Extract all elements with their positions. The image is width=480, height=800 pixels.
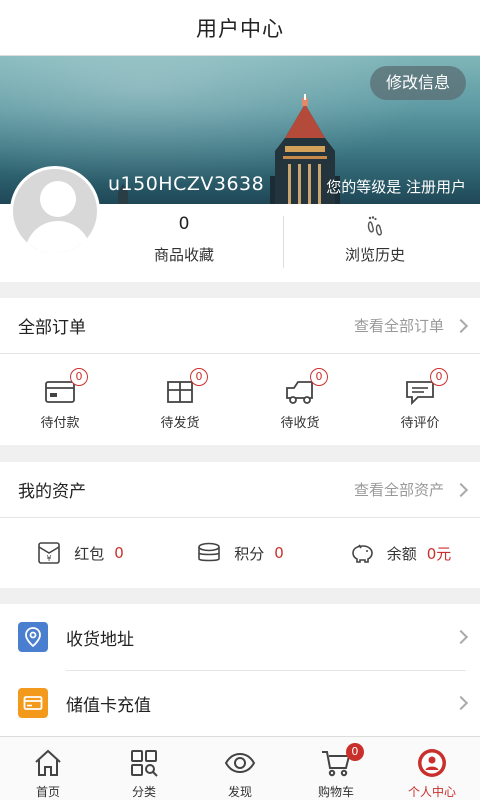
chevron-right-icon bbox=[453, 482, 469, 497]
tab-home[interactable]: 首页 bbox=[0, 737, 96, 800]
category-grid-icon bbox=[131, 750, 158, 777]
edit-profile-button[interactable]: 修改信息 bbox=[369, 66, 466, 100]
orders-section: 全部订单 查看全部订单 0 待付款 0 待发货 0 待收货 0 待评价 bbox=[0, 298, 480, 445]
asset-value: 0 bbox=[114, 544, 124, 562]
menu-section: 收货地址 储值卡充值 bbox=[0, 604, 480, 736]
view-all-orders-label: 查看全部订单 bbox=[353, 317, 444, 335]
assets-row: ¥ 红包 0 积分 0 余额 0元 bbox=[0, 518, 480, 588]
orders-header[interactable]: 全部订单 查看全部订单 bbox=[0, 298, 480, 354]
chevron-right-icon bbox=[453, 629, 469, 645]
assets-section: 我的资产 查看全部资产 ¥ 红包 0 积分 0 余额 0元 bbox=[0, 462, 480, 588]
tab-label: 发现 bbox=[227, 785, 252, 799]
avatar[interactable] bbox=[10, 166, 100, 256]
asset-balance[interactable]: 余额 0元 bbox=[320, 541, 480, 565]
location-pin-icon bbox=[18, 622, 48, 652]
history-stat[interactable]: 浏览历史 bbox=[295, 214, 455, 265]
history-label: 浏览历史 bbox=[344, 246, 405, 264]
menu-item-label: 收货地址 bbox=[66, 629, 134, 650]
card-icon bbox=[18, 688, 48, 718]
order-badge: 0 bbox=[190, 368, 208, 386]
order-pending-shipment[interactable]: 0 待发货 bbox=[120, 354, 240, 444]
tab-category[interactable]: 分类 bbox=[96, 737, 192, 800]
favorites-label: 商品收藏 bbox=[153, 246, 214, 264]
view-all-assets-label: 查看全部资产 bbox=[353, 481, 444, 499]
user-level-text: 您的等级是 注册用户 bbox=[326, 178, 466, 196]
eye-icon bbox=[224, 752, 256, 774]
page-title: 用户中心 bbox=[196, 16, 284, 41]
order-label: 待收货 bbox=[280, 416, 320, 431]
menu-item-label: 储值卡充值 bbox=[66, 695, 151, 716]
view-all-orders-link[interactable]: 查看全部订单 bbox=[353, 315, 469, 336]
order-label: 待发货 bbox=[160, 416, 200, 431]
asset-label: 余额 bbox=[386, 544, 417, 563]
tab-label: 分类 bbox=[131, 785, 156, 799]
order-label: 待付款 bbox=[40, 416, 80, 431]
tab-label: 首页 bbox=[35, 785, 60, 799]
stat-divider bbox=[283, 216, 284, 268]
tab-label: 购物车 bbox=[317, 785, 354, 799]
chevron-right-icon bbox=[453, 695, 469, 711]
order-status-row: 0 待付款 0 待发货 0 待收货 0 待评价 bbox=[0, 354, 480, 444]
asset-label: 积分 bbox=[234, 544, 265, 563]
assets-header[interactable]: 我的资产 查看全部资产 bbox=[0, 462, 480, 518]
order-pending-payment[interactable]: 0 待付款 bbox=[0, 354, 120, 444]
favorites-stat[interactable]: 0 商品收藏 bbox=[104, 214, 264, 265]
chevron-right-icon bbox=[453, 318, 469, 333]
bottom-tab-bar: 首页 分类 发现 0 购物车 个人中心 bbox=[0, 736, 480, 800]
tab-discover[interactable]: 发现 bbox=[192, 737, 288, 800]
order-pending-receipt[interactable]: 0 待收货 bbox=[240, 354, 360, 444]
tab-cart[interactable]: 0 购物车 bbox=[288, 737, 384, 800]
tab-user-center[interactable]: 个人中心 bbox=[384, 737, 480, 800]
top-bar: 用户中心 bbox=[0, 0, 480, 56]
svg-text:¥: ¥ bbox=[47, 554, 52, 563]
order-badge: 0 bbox=[310, 368, 328, 386]
view-all-assets-link[interactable]: 查看全部资产 bbox=[353, 479, 469, 500]
favorites-count: 0 bbox=[178, 214, 190, 234]
piggy-bank-icon bbox=[351, 544, 373, 563]
cart-badge: 0 bbox=[345, 743, 364, 761]
user-circle-icon bbox=[418, 749, 446, 777]
home-icon bbox=[35, 749, 61, 776]
orders-title: 全部订单 bbox=[18, 318, 86, 338]
asset-value: 0元 bbox=[426, 544, 452, 563]
asset-points[interactable]: 积分 0 bbox=[160, 541, 320, 565]
order-label: 待评价 bbox=[400, 416, 440, 431]
username: u150HCZV3638 bbox=[108, 173, 265, 195]
avatar-head bbox=[40, 181, 76, 217]
menu-item-card-recharge[interactable]: 储值卡充值 bbox=[0, 670, 480, 736]
asset-value: 0 bbox=[274, 544, 284, 562]
order-badge: 0 bbox=[70, 368, 88, 386]
assets-title: 我的资产 bbox=[18, 482, 86, 502]
tab-label: 个人中心 bbox=[407, 785, 456, 799]
asset-red-envelope[interactable]: ¥ 红包 0 bbox=[0, 541, 160, 565]
footprint-icon bbox=[295, 214, 455, 238]
order-pending-review[interactable]: 0 待评价 bbox=[360, 354, 480, 444]
avatar-body bbox=[25, 221, 91, 253]
order-badge: 0 bbox=[430, 368, 448, 386]
menu-item-shipping-address[interactable]: 收货地址 bbox=[0, 604, 480, 670]
red-envelope-icon: ¥ bbox=[38, 542, 61, 564]
coins-icon bbox=[198, 542, 221, 562]
asset-label: 红包 bbox=[74, 544, 105, 563]
